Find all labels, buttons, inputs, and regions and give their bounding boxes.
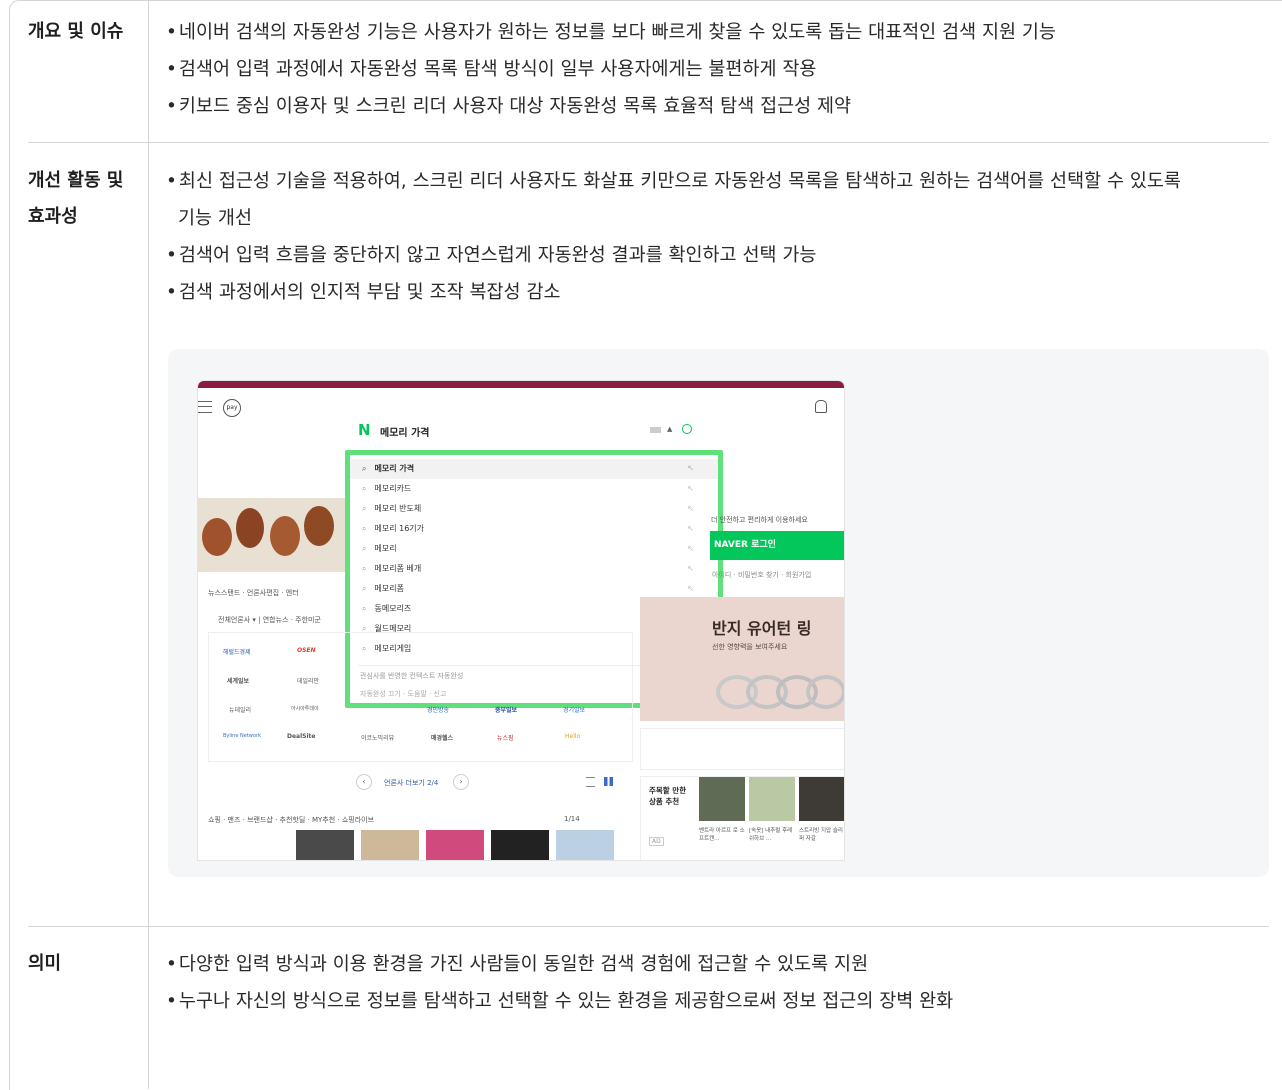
ad-title: 반지 유어턴 링 [712,619,812,638]
press-more-link[interactable]: 언론사 더보기 2/4 [384,778,438,788]
press-filter[interactable]: 전체언론사 ▾ | 연합뉴스 · 주한미군 [218,615,321,625]
press-logo[interactable]: 이코노믹리뷰 [361,733,394,742]
autocomplete-item[interactable]: ⌕ 메모리카드 ↖ [362,479,702,499]
banner-image [198,498,345,572]
press-logo[interactable]: 세계일보 [227,676,249,685]
product-caption: 벤트라 아르프 로 소프트캔… [699,828,745,842]
press-logo[interactable]: Byline Network [223,733,261,739]
row-label-meaning: 의미 [28,953,62,974]
shopping-tabs[interactable]: 쇼핑 · 맨즈 · 브랜드샵 · 추천핫딜 · MY추천 · 쇼핑라이브 [208,815,374,825]
next-page-button[interactable]: › [453,774,469,790]
meaning-bullets: 다양한 입력 방식과 이용 환경을 가진 사람들이 동일한 검색 경험에 접근할… [166,946,1256,1020]
naver-login-button[interactable]: NAVER 로그인 [710,531,844,560]
product-thumb[interactable] [361,830,419,860]
row-label-improvement: 개선 활동 및 효과성 [28,163,123,235]
press-logo[interactable]: 아시아투데이 [291,705,319,712]
ad-subtitle: 선한 영향력을 보여주세요 [712,643,788,651]
caret-up-icon: ▲ [667,425,673,433]
list-item: 네이버 검색의 자동완성 기능은 사용자가 원하는 정보를 보다 빠르게 찾을 … [166,14,1256,51]
list-item: 다양한 입력 방식과 이용 환경을 가진 사람들이 동일한 검색 경험에 접근할… [166,946,1256,983]
press-logo[interactable]: OSEN [297,647,316,654]
keyboard-icon [650,427,661,433]
search-box[interactable]: N 메모리 가격 ▲ [346,416,704,444]
row-divider [28,926,1269,927]
product-thumb[interactable] [491,830,549,860]
ad-banner[interactable]: 반지 유어턴 링 선한 영향력을 보여주세요 [640,597,844,721]
empty-widget [640,728,844,770]
overview-bullets: 네이버 검색의 자동완성 기능은 사용자가 원하는 정보를 보다 빠르게 찾을 … [166,14,1256,125]
search-input[interactable]: 메모리 가격 [380,424,429,439]
login-links[interactable]: 아이디 · 비밀번호 찾기 · 회원가입 [712,570,811,580]
grid-view-icon[interactable] [604,777,613,786]
row-divider [28,142,1269,143]
row-label-overview: 개요 및 이슈 [28,21,124,42]
product-thumb[interactable] [699,777,745,821]
autocomplete-item[interactable]: ⌕ 메모리폼 ↖ [362,579,702,599]
product-thumb[interactable] [556,830,614,860]
list-item: 최신 접근성 기술을 적용하여, 스크린 리더 사용자도 화살표 키만으로 자동… [166,163,1186,237]
press-logo[interactable]: DealSite [287,733,315,740]
product-caption: 스트리빙 지압 슬리퍼 자갈 [799,828,843,842]
list-item: 검색 과정에서의 인지적 부담 및 조작 복잡성 감소 [166,274,1186,311]
row-label-line: 효과성 [28,206,78,227]
press-logo[interactable]: 매경헬스 [431,733,453,742]
newsstand-header[interactable]: 뉴스스탠드 · 언론사편집 · 엔터 [208,588,299,598]
list-item: 검색어 입력 흐름을 중단하지 않고 자연스럽게 자동완성 결과를 확인하고 선… [166,237,1186,274]
press-logo[interactable]: 중부일보 [495,705,517,714]
press-logo[interactable]: 뉴스핌 [497,733,514,742]
product-caption: [속옷] 내추럴 후레쉬하브 … [749,828,793,842]
prev-page-button[interactable]: ‹ [356,774,372,790]
product-thumb[interactable] [749,777,795,821]
bell-icon [815,400,827,413]
pay-icon: pay [223,399,241,417]
row-label-line: 개선 활동 및 [28,170,124,191]
recommend-title: 주목할 만한 상품 추천 [649,786,687,806]
naver-logo: N [358,421,371,439]
autocomplete-item[interactable]: ⌕ 메모리폼 베개 ↖ [362,559,702,579]
naver-screenshot: pay N 메모리 가격 ▲ ⌕ 메모리 가격 ↖ ⌕ 메모리카드 ↖ ⌕ 메모리 반도체… [198,381,844,860]
autocomplete-item[interactable]: ⌕ 메모리 가격 ↖ [362,459,702,479]
recommend-widget: 주목할 만한 상품 추천 AD 벤트라 아르프 로 소프트캔… [속옷] 내추럴… [640,776,844,860]
press-logo[interactable]: 경기일보 [563,705,585,714]
list-item: 검색어 입력 과정에서 자동완성 목록 탐색 방식이 일부 사용자에게는 불편하… [166,51,1256,88]
login-prompt: 더 안전하고 편리하게 이용하세요 [711,516,808,524]
press-logo[interactable]: 뉴데일리 [229,705,251,714]
list-view-icon[interactable] [586,777,595,787]
list-item: 누구나 자신의 방식으로 정보를 탐색하고 선택할 수 있는 환경을 제공함으로… [166,983,1256,1020]
ad-badge: AD [649,837,664,846]
shopping-page: 1/14 [564,815,580,823]
improvement-bullets: 최신 접근성 기술을 적용하여, 스크린 리더 사용자도 화살표 키만으로 자동… [166,163,1186,311]
press-logo[interactable]: 헤럴드경제 [223,647,251,656]
press-grid: 헤럴드경제 OSEN 세계일보 데일리안 뉴데일리 아시아투데이 Byline … [208,632,633,762]
autocomplete-item[interactable]: ⌕ 메모리 반도체 ↖ [362,499,702,519]
product-thumb[interactable] [296,830,354,860]
product-thumb[interactable] [799,777,844,821]
product-thumb[interactable] [426,830,484,860]
search-icon[interactable] [682,424,692,434]
press-logo[interactable]: 경인방송 [427,705,449,714]
autocomplete-item[interactable]: ⌕ 메모리 16기가 ↖ [362,519,702,539]
press-logo[interactable]: 데일리안 [297,676,319,685]
menu-icon [198,401,212,413]
autocomplete-item[interactable]: ⌕ 메모리 ↖ [362,539,702,559]
list-item: 키보드 중심 이용자 및 스크린 리더 사용자 대상 자동완성 목록 효율적 탐… [166,88,1256,125]
press-logo[interactable]: Hello [565,733,580,740]
